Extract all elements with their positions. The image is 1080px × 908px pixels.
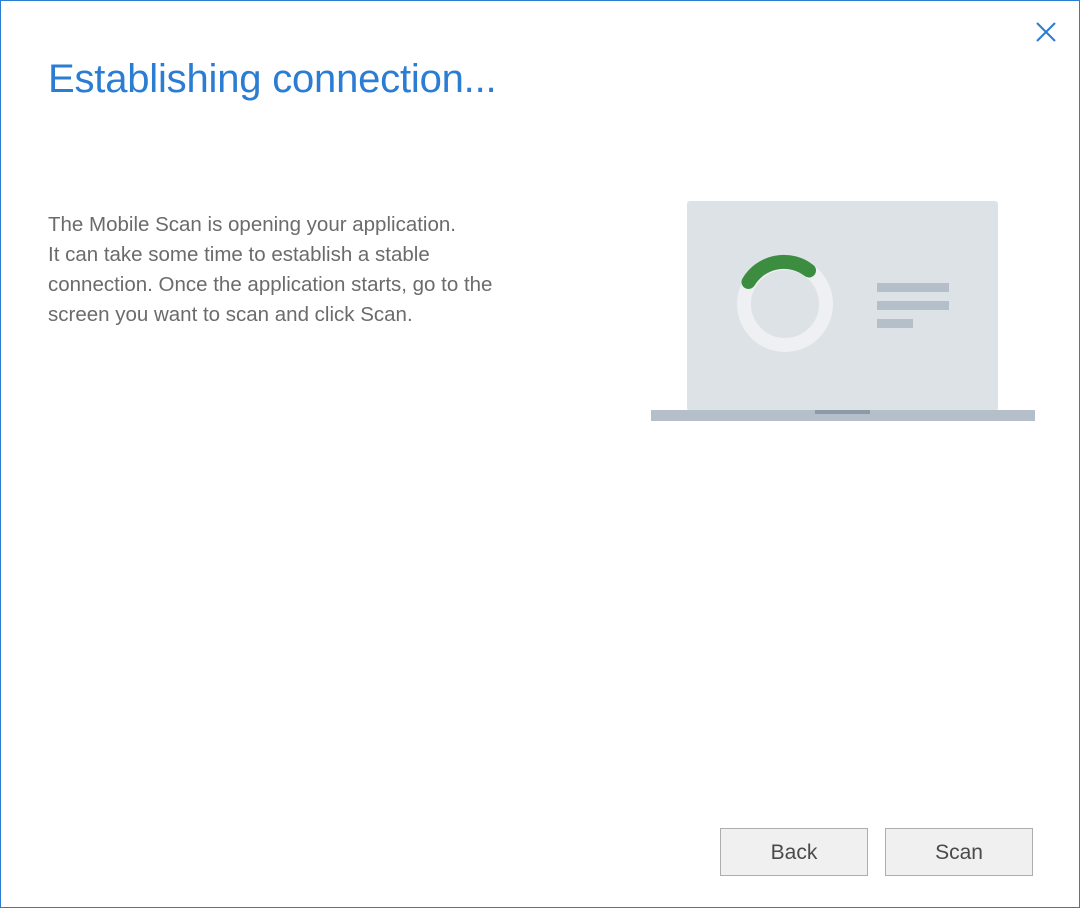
description-line: screen you want to scan and click Scan. bbox=[48, 303, 413, 326]
laptop-notch bbox=[815, 410, 870, 414]
text-line-1 bbox=[877, 283, 949, 292]
laptop-screen bbox=[687, 201, 998, 411]
dialog-description: The Mobile Scan is opening your applicat… bbox=[48, 210, 578, 330]
description-line: connection. Once the application starts,… bbox=[48, 273, 493, 296]
description-line: It can take some time to establish a sta… bbox=[48, 243, 430, 266]
back-button[interactable]: Back bbox=[720, 828, 868, 876]
scan-button[interactable]: Scan bbox=[885, 828, 1033, 876]
text-line-3 bbox=[877, 319, 913, 328]
close-button[interactable] bbox=[1031, 17, 1061, 47]
description-line: The Mobile Scan is opening your applicat… bbox=[48, 213, 456, 236]
laptop-loading-icon bbox=[651, 201, 1035, 421]
text-line-2 bbox=[877, 301, 949, 310]
dialog-window: Establishing connection... The Mobile Sc… bbox=[0, 0, 1080, 908]
close-icon bbox=[1036, 22, 1056, 42]
dialog-title: Establishing connection... bbox=[48, 57, 497, 101]
